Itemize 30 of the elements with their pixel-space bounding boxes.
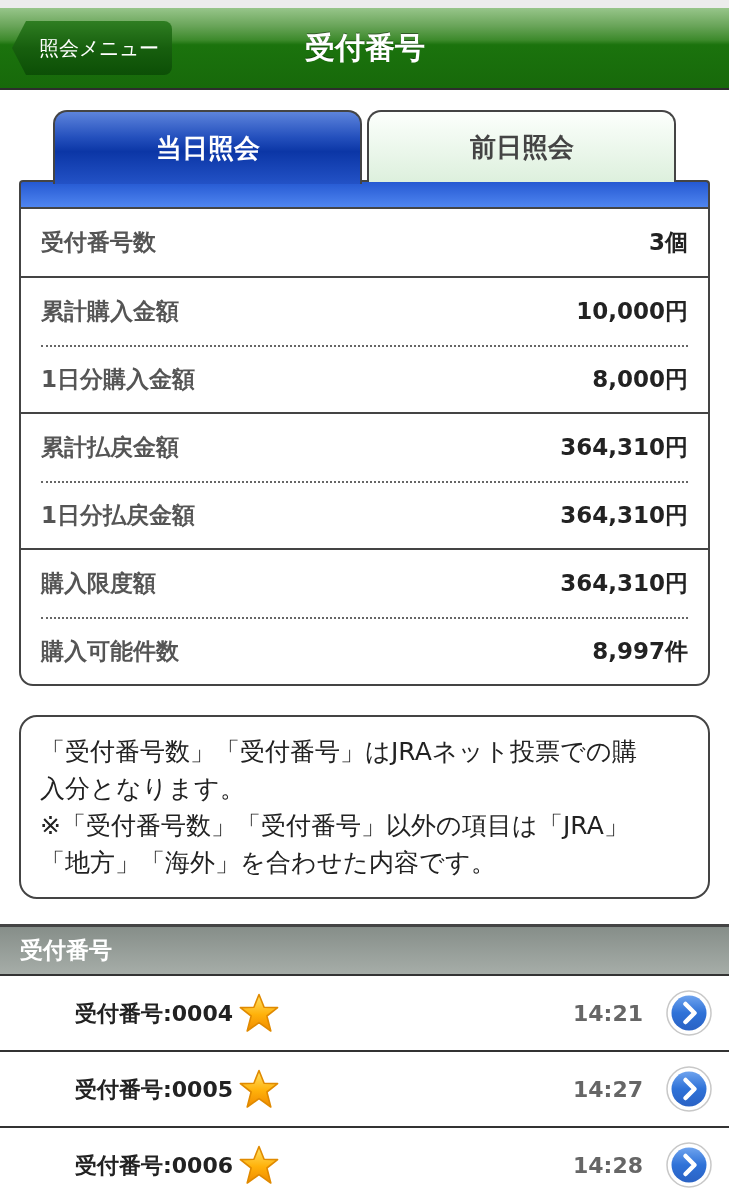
page-title: 受付番号 xyxy=(304,30,425,66)
row-value: 8,997件 xyxy=(592,637,688,667)
row-label: 購入可能件数 xyxy=(41,637,179,667)
receipt-time: 14:21 xyxy=(572,999,643,1028)
row-label: 1日分購入金額 xyxy=(41,365,195,395)
row-label: 1日分払戻金額 xyxy=(41,501,195,531)
back-button[interactable]: 照会メニュー xyxy=(12,21,172,75)
note-text: ※「受付番号数」「受付番号」以外の項目は「JRA」「地方」「海外」を合わせた内容です。 xyxy=(40,810,630,879)
receipt-number: 受付番号:0006 xyxy=(75,1151,234,1180)
receipt-number: 受付番号:0005 xyxy=(75,1075,234,1104)
note-text: 「受付番号数」「受付番号」はJRAネット投票での購入分となります。 xyxy=(40,736,638,805)
receipt-number: 受付番号:0004 xyxy=(75,999,234,1028)
receipt-time: 14:27 xyxy=(572,1075,643,1104)
tab[interactable]: 前日照会 xyxy=(367,110,676,182)
row-label: 受付番号数 xyxy=(41,228,156,258)
row-label: 累計購入金額 xyxy=(41,297,179,327)
row-label: 購入限度額 xyxy=(41,569,156,599)
chevron-right-icon[interactable] xyxy=(666,990,712,1036)
row-value: 8,000円 xyxy=(592,365,688,395)
row-value: 364,310円 xyxy=(560,501,688,531)
chevron-right-icon[interactable] xyxy=(666,1066,712,1112)
row-value: 3個 xyxy=(649,228,688,258)
row-value: 364,310円 xyxy=(560,433,688,463)
chevron-right-icon[interactable] xyxy=(666,1142,712,1188)
row-value: 364,310円 xyxy=(560,569,688,599)
tab[interactable]: 当日照会 xyxy=(53,110,362,184)
row-value: 10,000円 xyxy=(576,297,688,327)
section-title: 受付番号 xyxy=(20,936,112,966)
row-label: 累計払戻金額 xyxy=(41,433,179,463)
receipt-time: 14:28 xyxy=(572,1151,643,1180)
